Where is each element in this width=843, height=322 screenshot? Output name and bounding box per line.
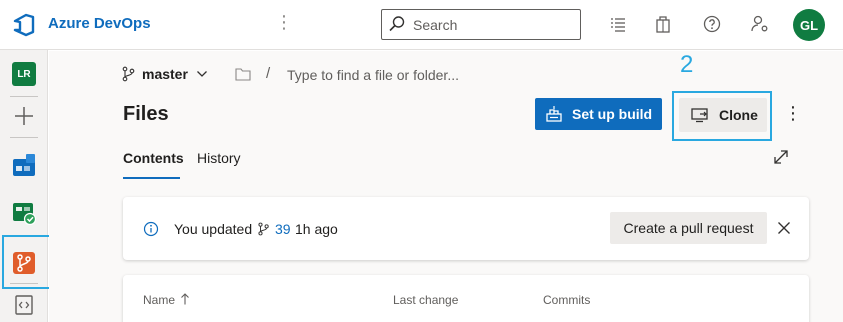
column-header-name[interactable]: Name [143, 293, 175, 307]
annotation-highlight-repos [2, 235, 56, 289]
path-separator: / [266, 65, 271, 82]
main-content: master / 2 Files Set up build Clone ⋮ Co… [49, 51, 843, 322]
column-header-last-change[interactable]: Last change [393, 293, 458, 307]
branch-selector[interactable]: master [142, 66, 188, 82]
active-tab-indicator [123, 177, 180, 179]
rail-divider [10, 96, 38, 97]
file-path-search-input[interactable] [287, 66, 537, 84]
tab-contents[interactable]: Contents [123, 150, 184, 166]
search-icon [389, 16, 405, 32]
set-up-build-label: Set up build [572, 106, 653, 122]
banner-message: You updated [174, 221, 253, 237]
pipelines-code-icon[interactable] [12, 293, 36, 317]
add-icon[interactable] [12, 104, 36, 128]
close-icon[interactable] [777, 221, 791, 235]
column-header-commits[interactable]: Commits [543, 293, 590, 307]
annotation-step-2: 2 [680, 51, 694, 78]
info-icon [143, 221, 159, 237]
top-bar: Azure DevOps ⋮ GL [0, 0, 843, 50]
files-table: Name Last change Commits [123, 275, 809, 322]
search-box[interactable] [381, 9, 581, 40]
clone-button[interactable]: Clone [679, 98, 767, 132]
boards-icon[interactable] [12, 153, 36, 177]
more-actions-icon[interactable]: ⋮ [784, 103, 802, 124]
chevron-down-icon[interactable] [196, 68, 208, 80]
azure-devops-logo-icon[interactable] [12, 13, 36, 37]
search-input[interactable] [413, 16, 573, 34]
banner-timestamp: 1h ago [295, 221, 338, 237]
clone-label: Clone [719, 107, 758, 123]
expand-icon[interactable] [772, 148, 790, 166]
clone-icon [691, 108, 708, 123]
set-up-build-button[interactable]: Set up build [535, 98, 662, 130]
page-title: Files [123, 103, 169, 125]
branch-icon [258, 222, 269, 236]
tab-history[interactable]: History [197, 150, 241, 166]
project-badge[interactable]: LR [12, 62, 36, 86]
banner-branch-link[interactable]: 39 [275, 221, 291, 237]
help-icon[interactable] [702, 14, 722, 34]
branch-bar: master / [49, 64, 843, 84]
build-icon [546, 106, 562, 122]
more-options-icon[interactable]: ⋮ [275, 12, 293, 33]
marketplace-bag-icon[interactable] [653, 14, 673, 34]
create-pull-request-button[interactable]: Create a pull request [610, 212, 767, 244]
rail-divider [10, 137, 38, 138]
app-name[interactable]: Azure DevOps [48, 15, 151, 32]
task-list-icon[interactable] [608, 14, 628, 34]
user-settings-icon[interactable] [750, 14, 770, 34]
folder-icon[interactable] [235, 67, 251, 81]
user-avatar[interactable]: GL [793, 9, 825, 41]
sort-ascending-icon[interactable] [180, 293, 190, 305]
update-banner: You updated 39 1h ago Create a pull requ… [123, 197, 809, 260]
branch-icon[interactable] [121, 66, 137, 82]
test-plans-icon[interactable] [12, 201, 36, 225]
